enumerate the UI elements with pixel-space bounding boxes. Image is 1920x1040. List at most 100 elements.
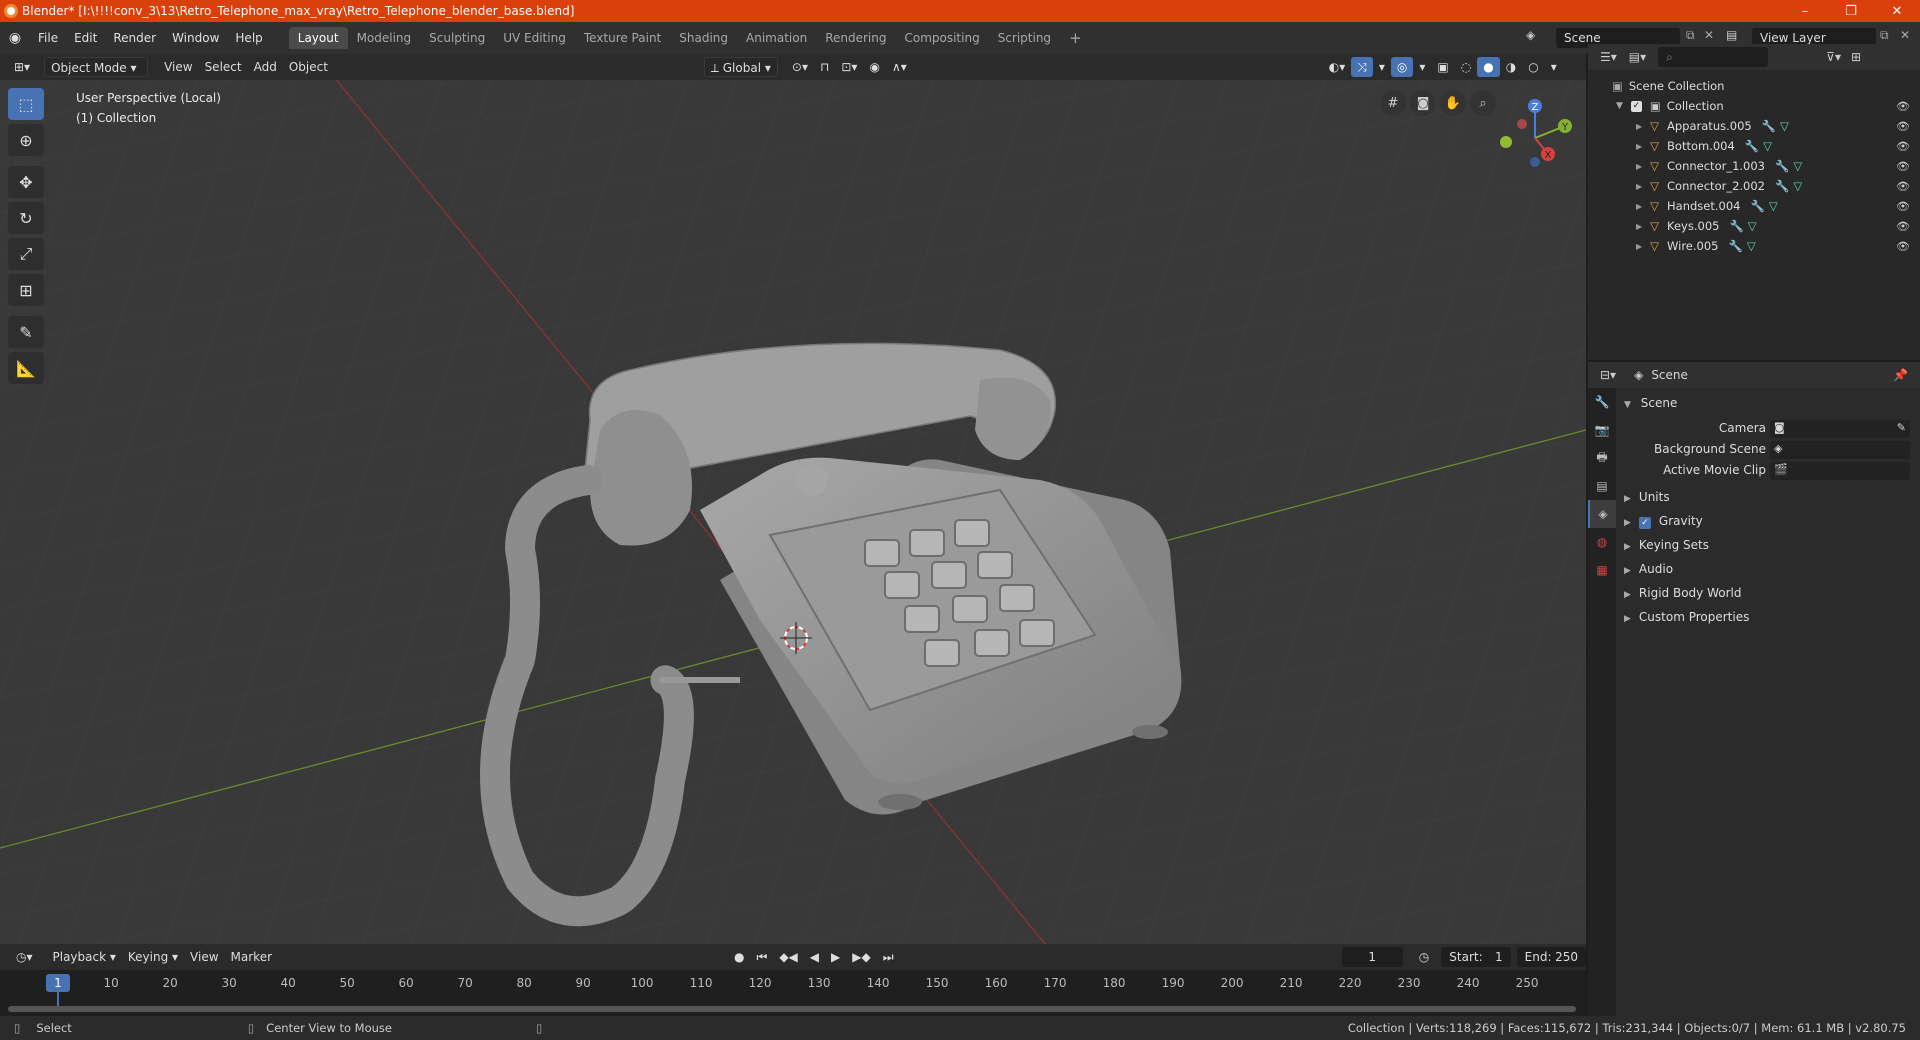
solid-shading-icon[interactable]: ● (1477, 57, 1500, 77)
object-expand-icon[interactable]: ▶ (1636, 162, 1642, 171)
3d-viewport[interactable]: ⬚ ⊕ ✥ ↻ ⤢ ⊞ ✎ 📐 User Perspective (Local)… (0, 80, 1586, 944)
select-box-tool[interactable]: ⬚ (8, 88, 44, 120)
outliner-row-object[interactable]: ▶ ▽ Connector_1.003 🔧 ▽ 👁 (1588, 156, 1920, 176)
mesh-data-icon[interactable]: ▽ (1747, 239, 1756, 253)
properties-editor-icon[interactable]: ⊟▾ (1600, 368, 1616, 382)
play-icon[interactable]: ▶ (825, 947, 846, 967)
measure-tool[interactable]: 📐 (8, 352, 44, 384)
collection-checkbox[interactable]: ✓ (1630, 100, 1642, 112)
outliner-row-collection[interactable]: ▼ ✓ ▣ Collection 👁 (1588, 96, 1920, 116)
object-visibility-icon[interactable]: 👁 (1896, 220, 1910, 233)
falloff-icon[interactable]: ∧▾ (886, 57, 913, 77)
timeline-ruler[interactable]: 1 10 20 30 40 50 60 70 80 90 100 110 120 130 140 150 16… (0, 970, 1586, 1016)
properties-panel-header[interactable]: ▶ Rigid Body World (1624, 586, 1741, 600)
jump-end-icon[interactable]: ⏭ (877, 947, 900, 967)
outliner-row-object[interactable]: ▶ ▽ Handset.004 🔧 ▽ 👁 (1588, 196, 1920, 216)
tab-scripting[interactable]: Scripting (989, 27, 1060, 49)
scene-type-icon[interactable]: ◈ (1526, 28, 1535, 42)
outliner-row-object[interactable]: ▶ ▽ Keys.005 🔧 ▽ 👁 (1588, 216, 1920, 236)
outliner-search-input[interactable]: ⌕ (1658, 47, 1769, 67)
jump-start-icon[interactable]: ⏮ (751, 947, 774, 967)
cursor-tool[interactable]: ⊕ (8, 124, 44, 156)
object-expand-icon[interactable]: ▶ (1636, 122, 1642, 131)
menu-timeline-view[interactable]: View (184, 947, 224, 967)
tab-rendering[interactable]: Rendering (816, 27, 895, 49)
properties-panel-header[interactable]: ▶ Audio (1624, 562, 1673, 576)
view-layer-icon[interactable]: ▤ (1726, 28, 1737, 42)
timeline-editor-icon[interactable]: ◷▾ (10, 947, 39, 967)
object-expand-icon[interactable]: ▶ (1636, 202, 1642, 211)
maximize-button[interactable]: ❐ (1828, 0, 1874, 22)
modifier-icon[interactable]: 🔧 (1775, 179, 1789, 193)
modifier-icon[interactable]: 🔧 (1745, 139, 1759, 153)
next-keyframe-icon[interactable]: ▶◆ (846, 947, 876, 967)
mesh-data-icon[interactable]: ▽ (1793, 179, 1802, 193)
new-scene-icon[interactable]: ⧉ (1686, 28, 1695, 43)
minimize-button[interactable]: – (1782, 0, 1828, 22)
scale-tool[interactable]: ⤢ (8, 238, 44, 270)
tool-tab-icon[interactable]: 🔧 (1588, 388, 1616, 416)
object-visibility-icon[interactable]: 👁 (1896, 240, 1910, 253)
tab-layout[interactable]: Layout (288, 27, 348, 49)
menu-render[interactable]: Render (105, 31, 164, 45)
transform-tool[interactable]: ⊞ (8, 274, 44, 306)
menu-marker[interactable]: Marker (225, 947, 278, 967)
outliner-row-object[interactable]: ▶ ▽ Connector_2.002 🔧 ▽ 👁 (1588, 176, 1920, 196)
mesh-data-icon[interactable]: ▽ (1769, 199, 1778, 213)
object-expand-icon[interactable]: ▶ (1636, 182, 1642, 191)
start-frame-field[interactable]: Start: 1 (1441, 947, 1511, 967)
current-frame-field[interactable]: 1 (1341, 947, 1403, 967)
tab-texture-paint[interactable]: Texture Paint (575, 27, 670, 49)
pan-view-icon[interactable]: ✋ (1440, 90, 1466, 116)
mesh-data-icon[interactable]: ▽ (1748, 219, 1757, 233)
properties-panel-header[interactable]: ▶ Keying Sets (1624, 538, 1709, 552)
add-workspace-button[interactable]: + (1060, 27, 1091, 49)
eyedropper-icon[interactable]: ✎ (1897, 421, 1906, 434)
active-movie-clip-field[interactable]: 🎬 (1770, 462, 1910, 480)
menu-add[interactable]: Add (248, 57, 283, 77)
grid-view-icon[interactable]: # (1380, 90, 1406, 116)
menu-keying[interactable]: Keying ▾ (122, 947, 184, 967)
menu-playback[interactable]: Playback ▾ (47, 947, 122, 967)
prev-keyframe-icon[interactable]: ◆◀ (773, 947, 803, 967)
material-shading-icon[interactable]: ◑ (1500, 57, 1522, 77)
mesh-data-icon[interactable]: ▽ (1780, 119, 1789, 133)
end-frame-field[interactable]: End: 250 (1516, 947, 1586, 967)
world-tab-icon[interactable]: ◍ (1588, 528, 1616, 556)
outliner-row-object[interactable]: ▶ ▽ Bottom.004 🔧 ▽ 👁 (1588, 136, 1920, 156)
shading-dropdown-icon[interactable]: ▾ (1545, 57, 1563, 77)
gizmo-neg-z[interactable] (1530, 157, 1540, 167)
scene-tab-icon[interactable]: ◈ (1588, 500, 1616, 528)
menu-help[interactable]: Help (227, 31, 270, 45)
tab-uv-editing[interactable]: UV Editing (494, 27, 575, 49)
menu-file[interactable]: File (30, 31, 66, 45)
menu-object[interactable]: Object (283, 57, 334, 77)
navigation-gizmo[interactable]: Z Y X (1490, 88, 1580, 178)
menu-select[interactable]: Select (199, 57, 248, 77)
modifier-icon[interactable]: 🔧 (1729, 239, 1743, 253)
new-collection-icon[interactable]: ⊞ (1851, 50, 1861, 64)
gravity-checkbox[interactable]: ✓ (1638, 517, 1651, 529)
gizmo-neg-x[interactable] (1517, 119, 1527, 129)
wireframe-shading-icon[interactable]: ◌ (1455, 57, 1477, 77)
snap-target-icon[interactable]: ⊡▾ (835, 57, 863, 77)
gizmo-toggle-icon[interactable]: ⤨ (1351, 57, 1373, 77)
object-visibility-icon[interactable]: 👁 (1896, 140, 1910, 153)
tab-modeling[interactable]: Modeling (348, 27, 421, 49)
tab-sculpting[interactable]: Sculpting (420, 27, 494, 49)
outliner-editor-icon[interactable]: ☰▾ (1600, 50, 1617, 64)
collection-expand-icon[interactable]: ▼ (1616, 101, 1623, 111)
mesh-data-icon[interactable]: ▽ (1763, 139, 1772, 153)
render-tab-icon[interactable]: 📷 (1588, 416, 1616, 444)
tab-compositing[interactable]: Compositing (895, 27, 988, 49)
modifier-icon[interactable]: 🔧 (1750, 199, 1764, 213)
gizmo-dropdown-icon[interactable]: ▾ (1373, 57, 1391, 77)
blender-menu-icon[interactable]: ◉ (0, 30, 30, 46)
object-expand-icon[interactable]: ▶ (1636, 242, 1642, 251)
remove-scene-icon[interactable]: ✕ (1704, 28, 1714, 42)
filter-icon[interactable]: ⊽▾ (1826, 50, 1841, 64)
object-visibility-icon[interactable]: 👁 (1896, 120, 1910, 133)
annotate-tool[interactable]: ✎ (8, 316, 44, 348)
tab-shading[interactable]: Shading (670, 27, 737, 49)
transform-orientation-dropdown[interactable]: ⟂ Global ▾ (703, 57, 778, 77)
